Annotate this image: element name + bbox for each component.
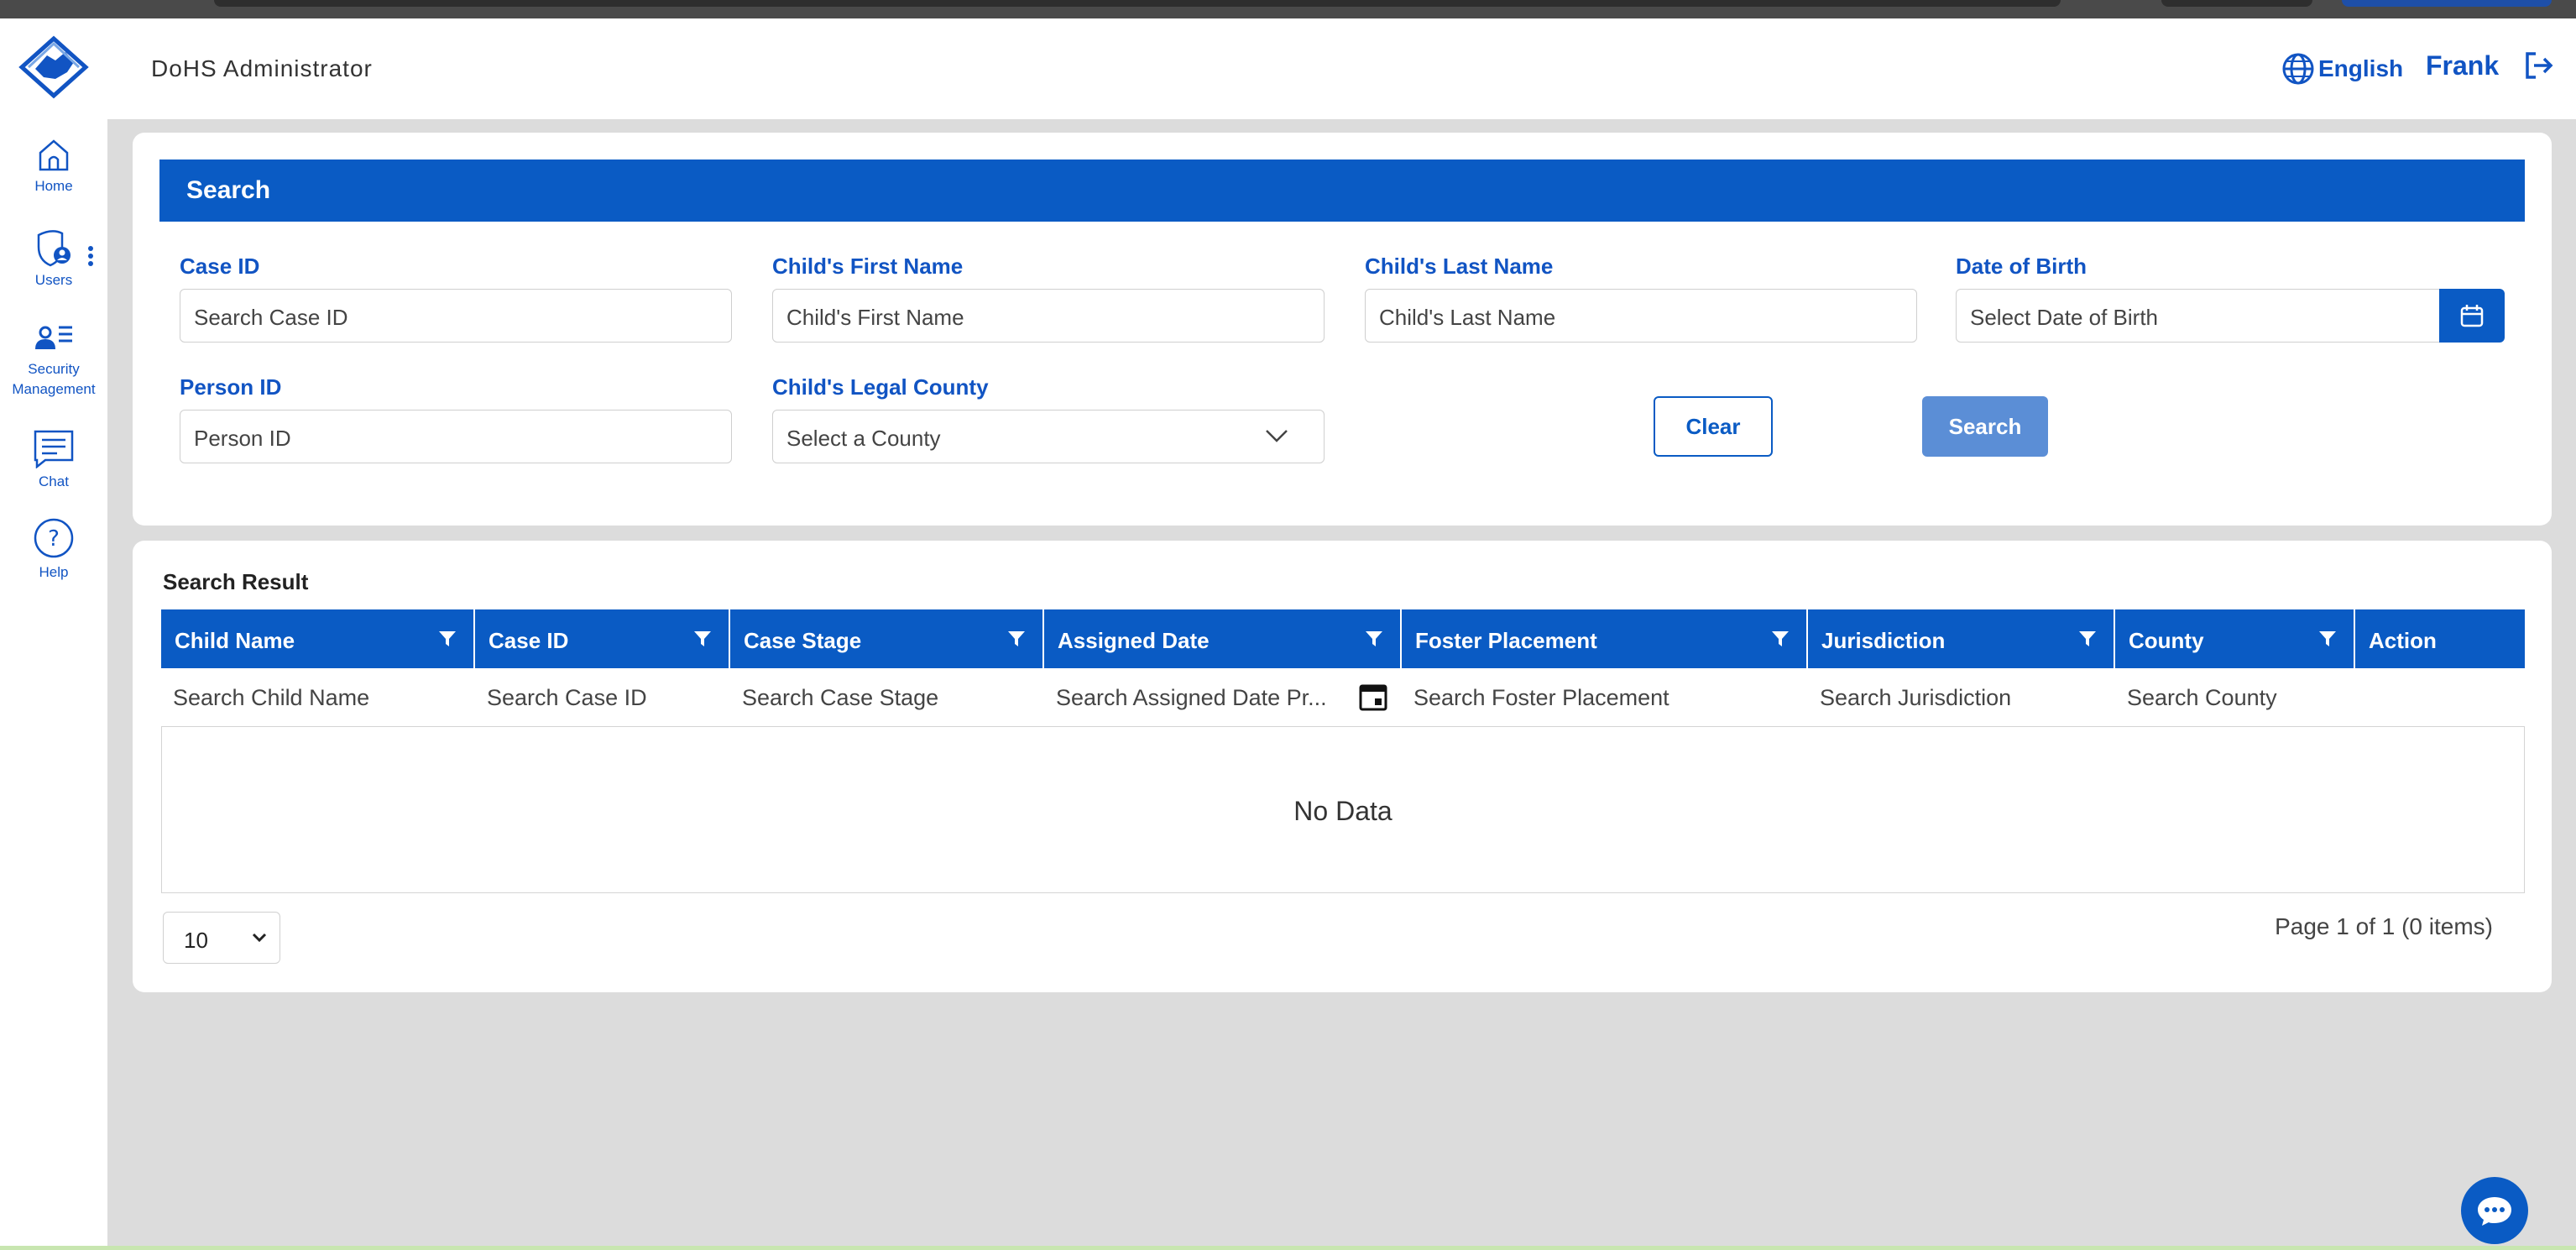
- browser-bar: [2342, 0, 2552, 7]
- logout-button[interactable]: [2522, 49, 2556, 86]
- filter-case-id-input[interactable]: Search Case ID: [475, 668, 730, 727]
- column-header-assigned-date[interactable]: Assigned Date: [1044, 609, 1402, 668]
- calendar-icon[interactable]: [1358, 682, 1388, 712]
- browser-top-strip: [0, 0, 2576, 18]
- filter-icon[interactable]: [2318, 630, 2337, 648]
- help-icon: ?: [34, 518, 74, 558]
- app-logo[interactable]: [18, 35, 89, 99]
- dob-input[interactable]: Select Date of Birth: [1956, 289, 2446, 343]
- sidebar-item-help[interactable]: ? Help: [0, 517, 107, 581]
- sidebar-item-chat[interactable]: Chat: [0, 428, 107, 490]
- person-id-input[interactable]: Person ID: [180, 410, 732, 463]
- dob-calendar-button[interactable]: [2439, 289, 2505, 343]
- sidebar-item-label: Security Management: [12, 361, 96, 397]
- column-header-jurisdiction[interactable]: Jurisdiction: [1808, 609, 2115, 668]
- pagination-info: Page 1 of 1 (0 items): [2275, 913, 2493, 939]
- user-name[interactable]: Frank: [2426, 50, 2499, 81]
- app-title: DoHS Administrator: [151, 55, 373, 81]
- bottom-status-line: [0, 1246, 2576, 1250]
- language-label: English: [2318, 55, 2404, 81]
- column-header-label: Action: [2369, 628, 2437, 653]
- filter-foster-placement-input[interactable]: Search Foster Placement: [1402, 668, 1808, 727]
- filter-icon[interactable]: [693, 630, 712, 648]
- chevron-down-icon: [1266, 430, 1288, 442]
- search-panel: Search Case ID Search Case ID Child's Fi…: [133, 133, 2552, 526]
- chevron-down-icon: [252, 933, 267, 943]
- page-size-select[interactable]: 10: [163, 912, 280, 964]
- county-select-value: Select a County: [786, 426, 941, 451]
- table-body: No Data: [161, 727, 2525, 893]
- no-data-message: No Data: [1293, 796, 1393, 826]
- sidebar-item-home[interactable]: Home: [0, 136, 107, 195]
- search-panel-title: Search: [159, 160, 2525, 222]
- home-icon: [39, 139, 69, 171]
- filter-icon[interactable]: [1365, 630, 1383, 648]
- case-id-label: Case ID: [180, 254, 260, 279]
- last-name-input[interactable]: Child's Last Name: [1365, 289, 1917, 343]
- column-header-label: Foster Placement: [1415, 628, 1597, 653]
- first-name-label: Child's First Name: [772, 254, 964, 279]
- sidebar-item-label: Users: [34, 272, 73, 288]
- last-name-label: Child's Last Name: [1365, 254, 1554, 279]
- column-header-foster-placement[interactable]: Foster Placement: [1402, 609, 1808, 668]
- app-header: DoHS Administrator English Frank: [0, 18, 2576, 119]
- page-size-value: 10: [184, 928, 208, 953]
- logout-icon: [2526, 52, 2553, 79]
- users-icon: [37, 230, 71, 267]
- sidebar-item-security-management[interactable]: Security Management: [0, 321, 107, 400]
- search-result-title: Search Result: [163, 569, 309, 594]
- chat-fab-button[interactable]: [2461, 1177, 2528, 1244]
- county-select[interactable]: Select a County: [772, 410, 1325, 463]
- case-id-input[interactable]: Search Case ID: [180, 289, 732, 343]
- filter-assigned-date-input[interactable]: Search Assigned Date Pr...: [1044, 668, 1402, 727]
- sidebar: Home Users Security Management Chat ? He…: [0, 119, 107, 1250]
- filter-child-name-input[interactable]: Search Child Name: [161, 668, 475, 727]
- county-label: Child's Legal County: [772, 374, 989, 400]
- search-button[interactable]: Search: [1922, 396, 2048, 457]
- column-header-child-name[interactable]: Child Name: [161, 609, 475, 668]
- sidebar-item-label: Chat: [39, 473, 69, 489]
- calendar-icon: [2460, 305, 2484, 327]
- column-header-county[interactable]: County: [2115, 609, 2355, 668]
- person-id-label: Person ID: [180, 374, 282, 400]
- chat-icon: [34, 430, 74, 468]
- clear-button[interactable]: Clear: [1654, 396, 1773, 457]
- column-header-label: Case ID: [489, 628, 569, 653]
- filter-assigned-date-placeholder: Search Assigned Date Pr...: [1056, 685, 1327, 710]
- dob-label: Date of Birth: [1956, 254, 2087, 279]
- column-header-case-stage[interactable]: Case Stage: [730, 609, 1044, 668]
- table-header: Child Name Case ID Case Stage Assigned D…: [161, 609, 2525, 668]
- browser-bar: [2161, 0, 2312, 7]
- filter-icon[interactable]: [1007, 630, 1026, 648]
- search-result-panel: Search Result Child Name Case ID Case St…: [133, 541, 2552, 992]
- filter-case-stage-input[interactable]: Search Case Stage: [730, 668, 1044, 727]
- column-header-label: County: [2129, 628, 2204, 653]
- first-name-input[interactable]: Child's First Name: [772, 289, 1325, 343]
- column-header-action: Action: [2355, 609, 2525, 668]
- chat-bubble-icon: [2478, 1197, 2511, 1226]
- more-options-icon[interactable]: [87, 245, 94, 271]
- browser-bar: [214, 0, 2061, 7]
- language-selector[interactable]: English: [2281, 52, 2403, 86]
- table-filter-row: Search Child Name Search Case ID Search …: [161, 668, 2525, 727]
- column-header-label: Child Name: [175, 628, 295, 653]
- sidebar-item-label: Home: [34, 178, 73, 194]
- filter-action-cell: [2355, 668, 2525, 727]
- column-header-case-id[interactable]: Case ID: [475, 609, 730, 668]
- filter-icon[interactable]: [1771, 630, 1790, 648]
- column-header-label: Jurisdiction: [1821, 628, 1946, 653]
- filter-icon[interactable]: [438, 630, 457, 648]
- svg-text:?: ?: [48, 526, 60, 552]
- filter-jurisdiction-input[interactable]: Search Jurisdiction: [1808, 668, 2115, 727]
- sidebar-item-label: Help: [39, 564, 69, 580]
- column-header-label: Case Stage: [744, 628, 862, 653]
- filter-icon[interactable]: [2078, 630, 2097, 648]
- security-management-icon: [35, 326, 72, 349]
- filter-county-input[interactable]: Search County: [2115, 668, 2355, 727]
- column-header-label: Assigned Date: [1058, 628, 1210, 653]
- globe-icon: [2282, 53, 2314, 85]
